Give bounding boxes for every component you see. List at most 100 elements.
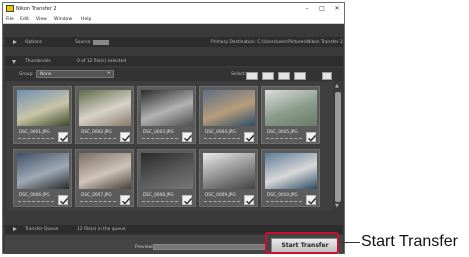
thumbnail-image [265, 153, 317, 189]
transfer-checkbox[interactable] [58, 132, 69, 142]
thumbnail-filename: DSC_0010.JPG [267, 193, 298, 198]
view-options-icon[interactable] [322, 72, 332, 80]
rating-dots [142, 201, 178, 203]
check-icon [184, 197, 193, 205]
destination-text: Primary Destination: C:\Users\user\Pictu… [211, 40, 343, 45]
thumbnail-image [17, 90, 69, 126]
start-transfer-highlight [265, 232, 339, 254]
rating-dots [142, 138, 178, 140]
callout-line [339, 242, 360, 243]
scroll-up-icon[interactable]: ▲ [335, 83, 339, 89]
queue-count: 12 file(s) in the queue [77, 227, 126, 232]
source-label: Source: [75, 40, 92, 45]
chevron-down-icon: ▾ [107, 71, 110, 76]
scrollbar-thumb[interactable] [335, 92, 341, 202]
window-title: Nikon Transfer 2 [16, 6, 57, 12]
source-device-icon [93, 40, 109, 45]
select-label: Select: [231, 72, 247, 77]
thumbnail-item[interactable]: DSC_0010.JPG [261, 149, 320, 207]
thumbnails-panel-header[interactable]: Thumbnails 0 of 12 file(s) selected [5, 56, 343, 66]
thumbnail-image [265, 90, 317, 126]
selected-count: 0 of 12 file(s) selected [77, 59, 127, 64]
thumbnail-item[interactable]: DSC_0006.JPG [13, 149, 72, 207]
check-icon [246, 134, 255, 142]
thumbnail-image [17, 153, 69, 189]
thumbnail-item[interactable]: DSC_0004.JPG [199, 86, 258, 144]
check-icon [60, 197, 69, 205]
scroll-down-icon[interactable]: ▼ [335, 203, 339, 209]
transfer-queue-label: Transfer Queue [25, 227, 59, 232]
thumbnail-image [203, 90, 255, 126]
collapse-icon [12, 60, 16, 64]
thumbnail-toolbar: Group: None ▾ Select: [5, 68, 343, 81]
thumbnail-filename: DSC_0005.JPG [267, 130, 298, 135]
thumbnail-item[interactable]: DSC_0008.JPG [137, 149, 196, 207]
select-movies-icon[interactable] [278, 72, 290, 80]
progress-bar [153, 244, 267, 250]
rating-dots [18, 138, 54, 140]
thumbnail-item[interactable]: DSC_0007.JPG [75, 149, 134, 207]
group-select[interactable]: None ▾ [36, 70, 114, 78]
minimize-button[interactable]: – [300, 4, 314, 14]
thumbnail-filename: DSC_0001.JPG [19, 130, 50, 135]
thumbnail-image [203, 153, 255, 189]
maximize-button[interactable]: □ [315, 4, 329, 14]
thumbnail-filename: DSC_0004.JPG [205, 130, 236, 135]
thumbnail-filename: DSC_0003.JPG [143, 130, 174, 135]
group-label: Group: [19, 72, 34, 77]
menu-help[interactable]: Help [81, 17, 91, 22]
rating-dots [204, 201, 240, 203]
rating-dots [18, 201, 54, 203]
thumbnail-item[interactable]: DSC_0002.JPG [75, 86, 134, 144]
check-icon [246, 197, 255, 205]
menu-window[interactable]: Window [54, 17, 72, 22]
thumbnail-grid: DSC_0001.JPG DSC_0002.JPG DSC_0003.JPG DSC_… [7, 82, 333, 210]
thumbnail-filename: DSC_0008.JPG [143, 193, 174, 198]
thumbnail-image [141, 153, 193, 189]
check-icon [308, 197, 317, 205]
rating-dots [266, 138, 302, 140]
menu-view[interactable]: View [36, 17, 47, 22]
menu-bar: File Edit View Window Help [3, 15, 344, 24]
close-button[interactable]: ✕ [330, 4, 344, 14]
rating-dots [80, 201, 116, 203]
thumbnail-item[interactable]: DSC_0001.JPG [13, 86, 72, 144]
options-panel-header[interactable]: Options Source: Primary Destination: C:\… [5, 37, 343, 47]
thumbnail-image [79, 153, 131, 189]
menu-edit[interactable]: Edit [20, 17, 29, 22]
thumbnail-filename: DSC_0002.JPG [81, 130, 112, 135]
transfer-checkbox[interactable] [182, 132, 193, 142]
rating-dots [204, 138, 240, 140]
select-images-icon[interactable] [262, 72, 274, 80]
thumbnail-item[interactable]: DSC_0005.JPG [261, 86, 320, 144]
select-new-icon[interactable] [294, 72, 306, 80]
title-bar: Nikon Transfer 2 – □ ✕ [3, 3, 344, 15]
rating-dots [80, 138, 116, 140]
rating-dots [266, 201, 302, 203]
preview-label: Preview: [135, 245, 154, 250]
transfer-checkbox[interactable] [306, 132, 317, 142]
transfer-checkbox[interactable] [306, 195, 317, 205]
thumbnail-item[interactable]: DSC_0009.JPG [199, 149, 258, 207]
transfer-checkbox[interactable] [244, 132, 255, 142]
transfer-checkbox[interactable] [244, 195, 255, 205]
transfer-checkbox[interactable] [120, 195, 131, 205]
thumbnails-label: Thumbnails [25, 59, 51, 64]
check-icon [308, 134, 317, 142]
app-icon [6, 5, 14, 12]
transfer-checkbox[interactable] [120, 132, 131, 142]
transfer-checkbox[interactable] [182, 195, 193, 205]
thumbnail-filename: DSC_0009.JPG [205, 193, 236, 198]
grid-scrollbar[interactable]: ▲ ▼ [334, 82, 342, 210]
start-transfer-callout: Start Transfer [361, 233, 458, 250]
check-icon [184, 134, 193, 142]
menu-file[interactable]: File [6, 17, 14, 22]
select-all-icon[interactable] [246, 72, 258, 80]
thumbnail-image [79, 90, 131, 126]
expand-icon [13, 227, 17, 231]
check-icon [60, 134, 69, 142]
thumbnail-filename: DSC_0006.JPG [19, 193, 50, 198]
thumbnail-item[interactable]: DSC_0003.JPG [137, 86, 196, 144]
transfer-checkbox[interactable] [58, 195, 69, 205]
group-select-value: None [40, 72, 52, 77]
